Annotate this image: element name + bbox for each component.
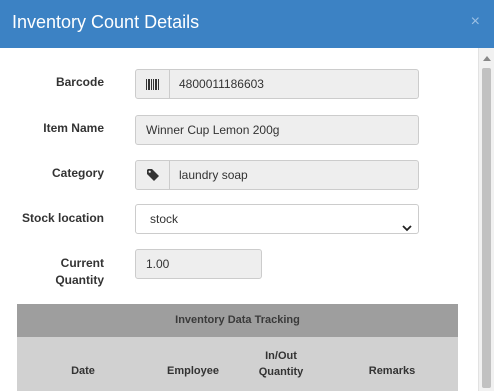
stock-location-label: Stock location	[21, 211, 104, 225]
barcode-field: 4800011186603	[135, 69, 419, 99]
stock-location-value: stock	[150, 212, 179, 226]
modal-body: Barcode 4800011186603 Item Name Winner C…	[0, 48, 478, 391]
modal-header: Inventory Count Details ×	[0, 0, 494, 48]
table-header-row: Date Employee In/Out Quantity Remarks	[17, 337, 458, 391]
barcode-icon	[136, 70, 170, 98]
item-name-field: Winner Cup Lemon 200g	[135, 115, 419, 145]
inventory-tracking-table: Inventory Data Tracking Date Employee In…	[17, 304, 458, 391]
scrollbar[interactable]	[478, 48, 494, 391]
column-header-date: Date	[71, 365, 95, 377]
scroll-up-arrow-icon[interactable]	[483, 56, 491, 61]
column-header-inout-quantity: In/Out Quantity	[241, 348, 321, 380]
column-header-employee: Employee	[167, 365, 219, 377]
current-quantity-label-line2: Quantity	[55, 273, 104, 287]
current-quantity-value: 1.00	[146, 257, 170, 271]
close-button[interactable]: ×	[471, 14, 480, 30]
stock-location-select[interactable]: stock	[135, 204, 419, 234]
item-name-value: Winner Cup Lemon 200g	[146, 123, 280, 137]
category-value: laundry soap	[179, 168, 248, 182]
current-quantity-field: 1.00	[135, 249, 262, 279]
column-header-remarks: Remarks	[368, 365, 416, 377]
tag-icon	[136, 161, 170, 189]
column-header-inout-line2: Quantity	[258, 366, 304, 378]
chevron-down-icon	[402, 214, 412, 242]
barcode-value: 4800011186603	[179, 77, 264, 91]
column-header-inout-line1: In/Out	[265, 350, 297, 362]
scrollbar-thumb[interactable]	[482, 68, 491, 388]
modal-title: Inventory Count Details	[12, 12, 200, 32]
item-name-label: Item Name	[43, 121, 104, 135]
table-title: Inventory Data Tracking	[17, 304, 458, 337]
category-label: Category	[51, 166, 104, 180]
current-quantity-label: Current Quantity	[0, 255, 104, 289]
category-field: laundry soap	[135, 160, 419, 190]
current-quantity-label-line1: Current	[60, 256, 104, 270]
barcode-label: Barcode	[55, 75, 104, 89]
